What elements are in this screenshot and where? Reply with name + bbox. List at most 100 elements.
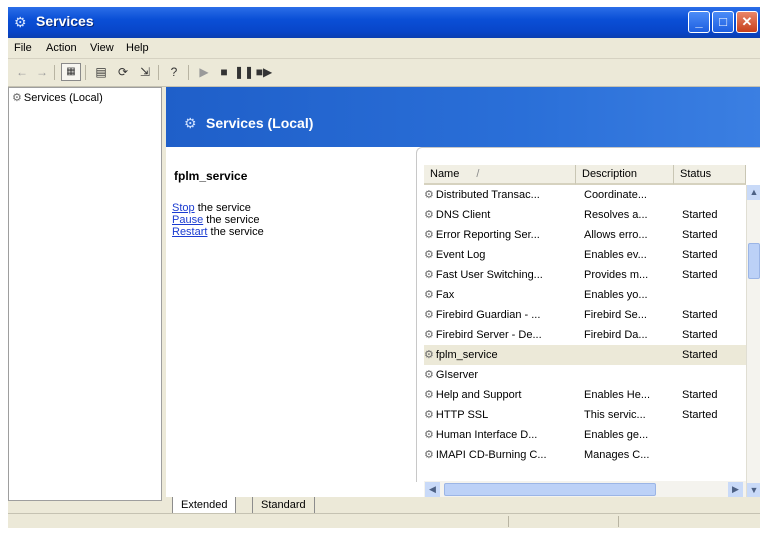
back-arrow-icon[interactable]: ←: [12, 63, 32, 81]
column-header-name[interactable]: Name /: [424, 165, 576, 185]
pause-service-link[interactable]: Pause: [172, 214, 203, 226]
column-header-description[interactable]: Description: [576, 165, 674, 185]
service-name-cell: ⚙ Event Log: [424, 245, 576, 265]
gear-icon: ⚙: [424, 409, 434, 421]
table-row[interactable]: ⚙ Fast User Switching... Provides m... Star…: [424, 265, 746, 285]
service-name: fplm_service: [435, 349, 498, 361]
tree-item-label: Services (Local): [23, 92, 103, 104]
forward-arrow-icon[interactable]: →: [32, 63, 52, 81]
table-row[interactable]: ⚙ Distributed Transac... Coordinate...: [424, 185, 746, 205]
service-name-cell: ⚙ Firebird Server - De...: [424, 325, 576, 345]
service-status: Started: [682, 269, 718, 281]
restart-service-link[interactable]: Restart: [172, 226, 207, 238]
service-status: Started: [682, 329, 718, 341]
tab-standard[interactable]: Standard: [252, 497, 315, 514]
scroll-down-icon[interactable]: ▼: [747, 483, 760, 498]
scroll-left-icon[interactable]: ◀: [425, 482, 440, 497]
horizontal-scrollbar[interactable]: ◀ ▶: [424, 481, 746, 498]
scroll-up-icon[interactable]: ▲: [747, 185, 760, 200]
gear-icon: ⚙: [424, 209, 434, 221]
stop-service-link[interactable]: Stop: [172, 202, 195, 214]
toolbar-separator: [158, 65, 159, 80]
service-status: Started: [682, 349, 718, 361]
restart-service-icon[interactable]: ■▶: [254, 63, 274, 81]
toolbar-separator: [54, 65, 55, 80]
gear-icon: ⚙: [424, 309, 434, 321]
action-stop: Stop the service: [172, 202, 251, 214]
table-row[interactable]: ⚙ Firebird Server - De... Firebird Da... St…: [424, 325, 746, 345]
table-row[interactable]: ⚙ Fax Enables yo...: [424, 285, 746, 305]
services-list: Name / Description Status ⚙ Distributed T…: [416, 147, 760, 482]
service-name-cell: ⚙ Firebird Guardian - ...: [424, 305, 576, 325]
close-button[interactable]: ✕: [736, 11, 758, 33]
service-status: Started: [682, 309, 718, 321]
window-title: Services: [36, 13, 94, 29]
start-service-icon[interactable]: ▶: [194, 63, 214, 81]
table-row[interactable]: ⚙ Error Reporting Ser... Allows erro... Sta…: [424, 225, 746, 245]
table-row[interactable]: ⚙ Human Interface D... Enables ge...: [424, 425, 746, 445]
gear-icon: ⚙: [424, 449, 434, 461]
scroll-right-icon[interactable]: ▶: [728, 482, 743, 497]
horizontal-scroll-thumb[interactable]: [444, 483, 656, 496]
table-row[interactable]: ⚙ fplm_service Started: [424, 345, 746, 365]
table-row[interactable]: ⚙ Event Log Enables ev... Started: [424, 245, 746, 265]
stop-service-icon[interactable]: ■: [214, 63, 234, 81]
properties-icon[interactable]: ▤: [91, 63, 111, 81]
table-row[interactable]: ⚙ DNS Client Resolves a... Started: [424, 205, 746, 225]
pause-service-icon[interactable]: ❚❚: [234, 63, 254, 81]
show-hide-tree-icon[interactable]: ▦: [61, 63, 81, 81]
tree-item-services-local[interactable]: ⚙ Services (Local): [12, 91, 103, 104]
service-name: GIserver: [435, 369, 479, 381]
service-description: This servic...: [584, 409, 646, 421]
service-description: Manages C...: [584, 449, 650, 461]
menu-bar: File Action View Help: [8, 38, 760, 59]
service-name: Fax: [435, 289, 455, 301]
service-status: Started: [682, 249, 718, 261]
minimize-button[interactable]: _: [688, 11, 710, 33]
header-banner: ⚙ Services (Local): [166, 87, 760, 147]
column-header-label: Status: [680, 168, 712, 180]
help-icon[interactable]: ?: [164, 63, 184, 81]
gear-icon: ⚙: [424, 249, 434, 261]
toolbar: ← → ▦ ▤ ⟳ ⇲ ? ▶ ■ ❚❚ ■▶: [8, 59, 760, 87]
extended-description: fplm_service Stop the service Pause the …: [166, 147, 416, 481]
gear-icon: ⚙: [424, 229, 434, 241]
status-divider: [618, 516, 619, 527]
menu-view[interactable]: View: [90, 42, 114, 54]
tab-extended[interactable]: Extended: [172, 497, 237, 514]
refresh-icon[interactable]: ⟳: [113, 63, 133, 81]
action-pause: Pause the service: [172, 214, 259, 226]
service-status: Started: [682, 209, 718, 221]
vertical-scroll-thumb[interactable]: [748, 243, 760, 279]
menu-help[interactable]: Help: [126, 42, 149, 54]
details-pane: ⚙ Services (Local) fplm_service Stop the…: [166, 87, 760, 501]
status-bar: [8, 513, 760, 528]
service-name: Fast User Switching...: [435, 269, 543, 281]
gear-icon: ⚙: [424, 269, 434, 281]
export-list-icon[interactable]: ⇲: [135, 63, 155, 81]
service-description: Firebird Da...: [584, 329, 648, 341]
maximize-button[interactable]: □: [712, 11, 734, 33]
title-bar[interactable]: ⚙ Services _ □ ✕: [8, 7, 760, 38]
service-description: Enables He...: [584, 389, 651, 401]
service-name-cell: ⚙ DNS Client: [424, 205, 576, 225]
header-title: Services (Local): [206, 115, 314, 131]
table-row[interactable]: ⚙ Firebird Guardian - ... Firebird Se... St…: [424, 305, 746, 325]
table-row[interactable]: ⚙ Help and Support Enables He... Started: [424, 385, 746, 405]
column-header-status[interactable]: Status: [674, 165, 746, 185]
table-row[interactable]: ⚙ GIserver: [424, 365, 746, 385]
vertical-scrollbar[interactable]: ▲ ▼: [746, 185, 760, 498]
menu-action[interactable]: Action: [46, 42, 77, 54]
service-status: Started: [682, 229, 718, 241]
action-text: the service: [203, 214, 260, 226]
service-name-cell: ⚙ HTTP SSL: [424, 405, 576, 425]
toolbar-separator: [188, 65, 189, 80]
gear-icon: ⚙: [424, 429, 434, 441]
service-name-cell: ⚙ Fax: [424, 285, 576, 305]
table-row[interactable]: ⚙ HTTP SSL This servic... Started: [424, 405, 746, 425]
service-name: Firebird Server - De...: [435, 329, 542, 341]
service-name-cell: ⚙ Error Reporting Ser...: [424, 225, 576, 245]
service-description: Enables ev...: [584, 249, 647, 261]
table-row[interactable]: ⚙ IMAPI CD-Burning C... Manages C...: [424, 445, 746, 465]
menu-file[interactable]: File: [14, 42, 32, 54]
